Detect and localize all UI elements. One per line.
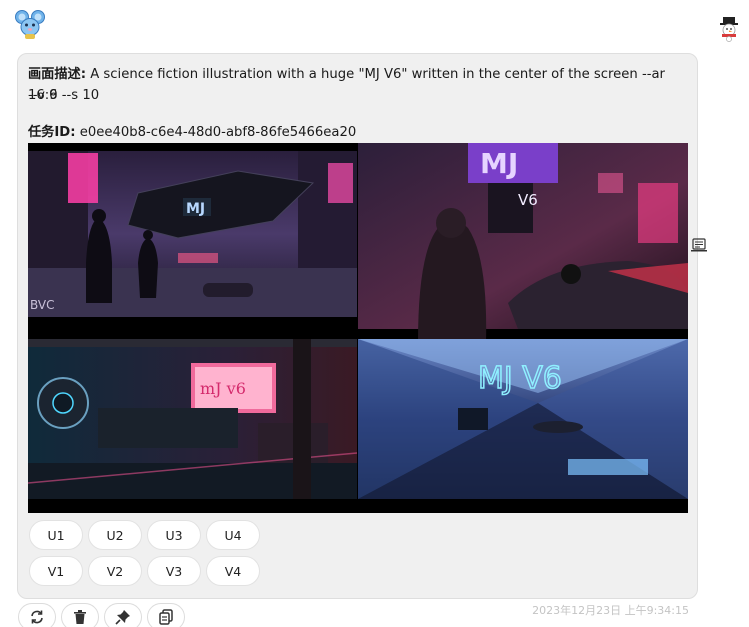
pin-icon: [115, 610, 130, 625]
task-id-line: 任务ID: e0ee40b8-c6e4-48d0-abf8-86fe5466ea…: [28, 122, 668, 143]
variation-button-row: V1 V2 V3 V4: [29, 556, 260, 586]
trash-icon: [74, 610, 86, 624]
bot-avatar: [14, 8, 46, 40]
pin-button[interactable]: [104, 603, 142, 627]
task-id-label: 任务ID:: [28, 125, 76, 140]
tile3-sign-text: mJ v6: [200, 379, 246, 398]
generated-image-grid[interactable]: MJ BVC MJ V6 mJ v6 MJ V6: [28, 143, 688, 513]
svg-text:BVC: BVC: [30, 298, 54, 312]
variation-button-4[interactable]: V4: [206, 556, 260, 586]
message-toolbar: [18, 603, 185, 627]
tile4-neon-text: MJ V6: [478, 361, 562, 396]
refresh-icon: [31, 610, 43, 624]
tile1-sign-text: MJ: [186, 201, 205, 217]
image-tile-4: MJ V6: [358, 339, 688, 513]
retry-button[interactable]: [18, 603, 56, 627]
variation-button-3[interactable]: V3: [147, 556, 201, 586]
image-tile-1: MJ BVC: [28, 151, 357, 331]
copy-button[interactable]: [147, 603, 185, 627]
upscale-button-1[interactable]: U1: [29, 520, 83, 550]
prompt-label: 画面描述:: [28, 67, 87, 82]
variation-button-1[interactable]: V1: [29, 556, 83, 586]
user-avatar: [717, 16, 741, 42]
message-bubble: 画面描述: A science fiction illustration wit…: [17, 53, 698, 599]
message-timestamp: 2023年12月23日 上午9:34:15: [532, 604, 689, 617]
generated-image-artwork: MJ BVC MJ V6 mJ v6 MJ V6: [28, 143, 688, 513]
mouse-avatar-icon: [15, 10, 45, 39]
tile2-sign-text: MJ: [480, 147, 518, 180]
task-id-value: e0ee40b8-c6e4-48d0-abf8-86fe5466ea20: [75, 125, 357, 140]
copy-icon: [159, 609, 173, 625]
prompt-text-continued: --v 6 --s 10: [28, 88, 100, 103]
prompt-line-continued: --v 6 --s 10: [28, 85, 668, 106]
upscale-button-3[interactable]: U3: [147, 520, 201, 550]
upscale-button-row: U1 U2 U3 U4: [29, 520, 260, 550]
upscale-button-4[interactable]: U4: [206, 520, 260, 550]
variation-button-2[interactable]: V2: [88, 556, 142, 586]
tile2-label-text: V6: [518, 191, 538, 209]
message-receipt-icon[interactable]: [691, 237, 707, 252]
delete-button[interactable]: [61, 603, 99, 627]
snowman-avatar-icon: [720, 17, 738, 42]
image-tile-2: MJ V6: [358, 143, 688, 343]
upscale-button-2[interactable]: U2: [88, 520, 142, 550]
